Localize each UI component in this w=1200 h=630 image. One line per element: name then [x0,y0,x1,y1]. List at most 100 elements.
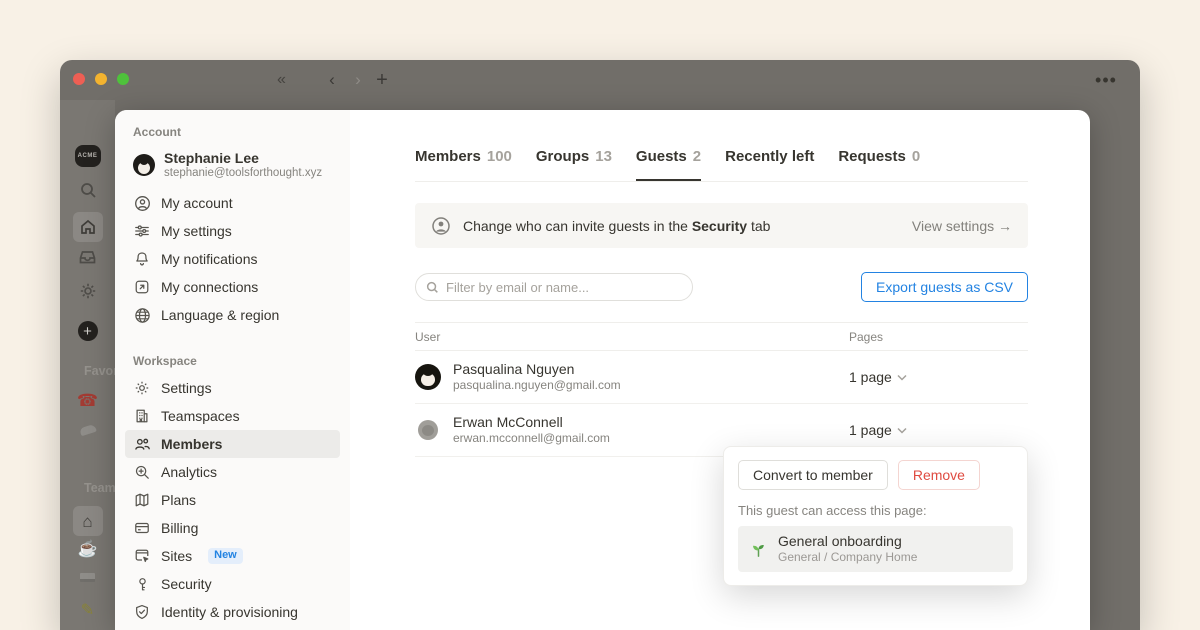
sidebar-item-settings[interactable]: Settings [125,374,340,402]
person-circle-icon [133,194,151,212]
home-icon[interactable] [60,212,115,242]
convert-to-member-button[interactable]: Convert to member [738,460,888,490]
sidebar-item-billing[interactable]: Billing [125,514,340,542]
view-settings-link[interactable]: View settings → [912,218,1012,234]
new-page-icon[interactable]: + [60,321,115,341]
sidebar-item-plans[interactable]: Plans [125,486,340,514]
tab-label: Members [415,148,481,169]
table-header: User Pages [415,322,1028,351]
sidebar-item-my-settings[interactable]: My settings [125,217,340,245]
map-icon [133,491,151,509]
tab-groups[interactable]: Groups 13 [536,148,612,181]
avatar [418,420,438,440]
sidebar-item-label: Security [161,576,212,592]
sidebar-item-label: My notifications [161,251,257,267]
pages-count: 1 page [849,422,892,438]
settings-dialog: Account Stephanie Lee stephanie@toolsfor… [115,110,1090,630]
tab-label: Requests [838,148,906,169]
minimize-window-button[interactable] [95,73,107,85]
sidebar-item-security[interactable]: Security [125,570,340,598]
sidebar-item-my-account[interactable]: My account [125,189,340,217]
sidebar-item-my-connections[interactable]: My connections [125,273,340,301]
key-icon [133,575,151,593]
teamspace-laptop-icon[interactable] [60,573,115,582]
bell-icon [133,250,151,268]
settings-gear-icon[interactable] [60,282,115,300]
app-sidebar-strip: ACME + Favorites ☎ Teamspaces ⌂ ☕ ✎ ▲ [60,100,115,630]
sidebar-item-label: Plans [161,492,196,508]
guest-filter-field[interactable] [415,273,693,301]
tab-requests[interactable]: Requests 0 [838,148,920,181]
sidebar-item-language-region[interactable]: Language & region [125,301,340,329]
zoom-window-button[interactable] [117,73,129,85]
sidebar-item-sites[interactable]: Sites New [125,542,340,570]
settings-sidebar: Account Stephanie Lee stephanie@toolsfor… [115,110,350,630]
sidebar-item-analytics[interactable]: Analytics [125,458,340,486]
favorites-section-label: Favorites [84,364,115,378]
pages-dropdown[interactable]: 1 page [849,369,1028,385]
favorite-shoe-icon[interactable] [60,426,115,434]
guest-controls: Export guests as CSV [415,272,1028,302]
column-header-user: User [415,330,849,344]
teamspace-coffee-icon[interactable]: ☕ [60,542,115,558]
export-guests-csv-button[interactable]: Export guests as CSV [861,272,1028,302]
sidebar-item-label: Language & region [161,307,279,323]
back-icon[interactable]: ‹ [318,60,346,100]
shield-check-icon [133,603,151,621]
people-icon [133,435,151,453]
sidebar-item-label: My settings [161,223,232,239]
teamspace-home-icon[interactable]: ⌂ [60,506,115,536]
arrow-square-icon [133,278,151,296]
favorite-phone-icon[interactable]: ☎ [60,392,115,409]
sidebar-item-my-notifications[interactable]: My notifications [125,245,340,273]
account-section-label: Account [125,124,340,140]
tab-count: 100 [487,148,512,169]
remove-guest-button[interactable]: Remove [898,460,980,490]
sidebar-item-identity-provisioning[interactable]: Identity & provisioning [125,598,340,626]
sidebar-item-members[interactable]: Members [125,430,340,458]
search-icon [426,281,439,294]
accessible-page-row[interactable]: General onboarding General / Company Hom… [738,526,1013,572]
inbox-icon[interactable] [60,248,115,266]
page-path: General / Company Home [778,550,917,565]
sidebar-item-label: My account [161,195,233,211]
sidebar-item-label: Identity & provisioning [161,604,298,620]
workspace-section-label: Workspace [125,353,340,369]
new-badge: New [208,548,243,564]
tab-label: Groups [536,148,589,169]
tab-recently-left[interactable]: Recently left [725,148,814,181]
tab-guests[interactable]: Guests 2 [636,148,701,181]
sidebar-item-label: Members [161,436,222,452]
person-circle-icon [431,216,451,236]
sidebar-item-label: Billing [161,520,198,536]
teamspace-pencil-icon[interactable]: ✎ [60,603,115,619]
more-options-icon[interactable]: ••• [1086,60,1126,100]
browser-icon [133,547,151,565]
search-icon[interactable] [60,181,115,199]
account-user-row[interactable]: Stephanie Lee stephanie@toolsforthought.… [125,146,340,184]
sliders-icon [133,222,151,240]
sidebar-item-teamspaces[interactable]: Teamspaces [125,402,340,430]
pages-dropdown[interactable]: 1 page [849,422,1028,438]
column-header-pages: Pages [849,330,1028,344]
sidebar-item-label: Sites [161,548,192,564]
popup-caption: This guest can access this page: [738,503,1013,518]
tab-members[interactable]: Members 100 [415,148,512,181]
search-input[interactable] [446,280,682,295]
account-user-email: stephanie@toolsforthought.xyz [164,166,322,180]
member-tabs: Members 100 Groups 13 Guests 2 Recently … [415,148,1028,182]
titlebar: « ‹ › + ••• [60,60,1140,100]
avatar [133,154,155,176]
tab-label: Guests [636,148,687,169]
guest-name: Pasqualina Nguyen [453,361,621,378]
collapse-sidebar-icon[interactable]: « [266,60,294,100]
workspace-logo[interactable]: ACME [60,145,115,167]
building-icon [133,407,151,425]
tab-count: 0 [912,148,920,169]
guest-email: erwan.mcconnell@gmail.com [453,431,610,446]
table-row: Pasqualina Nguyen pasqualina.nguyen@gmai… [415,351,1028,404]
close-window-button[interactable] [73,73,85,85]
sidebar-item-label: Analytics [161,464,217,480]
pages-count: 1 page [849,369,892,385]
new-tab-icon[interactable]: + [368,60,396,100]
